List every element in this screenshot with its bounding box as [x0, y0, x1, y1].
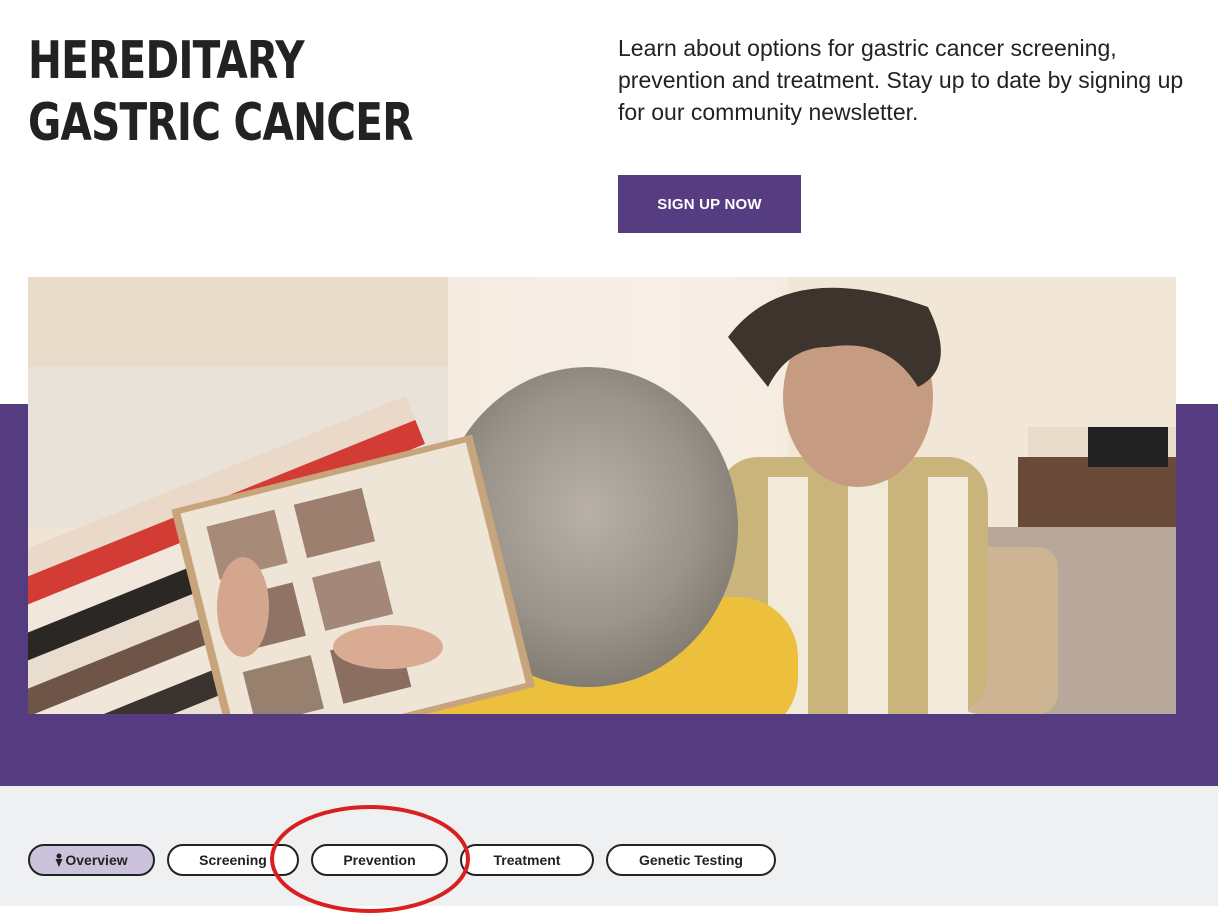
page-title: HEREDITARY GASTRIC CANCER	[28, 31, 413, 153]
tab-overview-label: Overview	[65, 852, 128, 868]
tab-prevention-label: Prevention	[343, 852, 416, 868]
intro-text: Learn about options for gastric cancer s…	[618, 35, 1184, 125]
tab-prevention[interactable]: Prevention	[311, 844, 448, 876]
location-pin-icon	[55, 853, 63, 867]
tab-treatment[interactable]: Treatment	[460, 844, 594, 876]
tab-genetic-testing[interactable]: Genetic Testing	[606, 844, 776, 876]
sign-up-button[interactable]: SIGN UP NOW	[618, 175, 801, 233]
tab-genetic-testing-label: Genetic Testing	[639, 852, 743, 868]
tab-screening[interactable]: Screening	[167, 844, 299, 876]
hero-photo	[28, 277, 1176, 714]
tab-overview[interactable]: Overview	[28, 844, 155, 876]
tab-treatment-label: Treatment	[493, 852, 561, 868]
tab-screening-label: Screening	[199, 852, 267, 868]
